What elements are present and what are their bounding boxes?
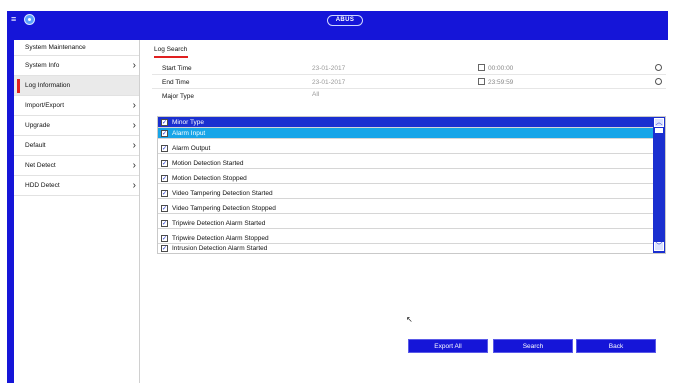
- search-button[interactable]: Search: [493, 339, 573, 353]
- scroll-up-icon[interactable]: ︿: [654, 118, 664, 127]
- sidebar-item-default[interactable]: Default ›: [14, 136, 139, 156]
- sidebar-item-hdd-detect[interactable]: HDD Detect ›: [14, 176, 139, 196]
- chevron-right-icon: ›: [132, 60, 136, 71]
- export-all-button[interactable]: Export All: [408, 339, 488, 353]
- list-item-label: Alarm Output: [172, 145, 211, 152]
- tab-active-indicator: [154, 56, 188, 58]
- menu-icon[interactable]: ≡: [11, 15, 20, 24]
- calendar-icon[interactable]: [478, 78, 485, 85]
- sidebar-item-label: Upgrade: [25, 122, 50, 129]
- brand-logo: ABUS: [327, 15, 363, 26]
- tab-log-search[interactable]: Log Search: [154, 46, 187, 53]
- top-bar: ≡ ABUS: [7, 11, 668, 29]
- checkbox-checked-icon[interactable]: ✓: [161, 145, 168, 152]
- major-type-row: Major Type All: [152, 90, 666, 103]
- sidebar-item-system-info[interactable]: System Info ›: [14, 56, 139, 76]
- minor-type-list: ✓ Minor Type ✓ Alarm Input ✓ Alarm Outpu…: [157, 116, 666, 254]
- major-type-label: Major Type: [162, 93, 195, 100]
- list-item[interactable]: ✓ Alarm Output: [158, 143, 654, 154]
- checkbox-checked-icon[interactable]: ✓: [161, 235, 168, 242]
- end-time-row: End Time 23-01-2017 23:59:59: [152, 76, 666, 89]
- mouse-cursor-icon: ↖: [406, 315, 413, 324]
- list-item-label: Tripwire Detection Alarm Started: [172, 220, 266, 227]
- checkbox-checked-icon[interactable]: ✓: [161, 220, 168, 227]
- list-item-label: Video Tampering Detection Stopped: [172, 205, 276, 212]
- sidebar-item-label: HDD Detect: [25, 182, 60, 189]
- sidebar: System Maintenance System Info › Log Inf…: [14, 40, 140, 383]
- calendar-icon[interactable]: [478, 64, 485, 71]
- clock-icon[interactable]: [655, 64, 662, 71]
- minor-type-header-label: Minor Type: [172, 119, 205, 126]
- list-item-label: Motion Detection Started: [172, 160, 244, 167]
- sidebar-title: System Maintenance: [14, 40, 139, 56]
- list-item[interactable]: ✓ Intrusion Detection Alarm Started: [158, 243, 654, 253]
- start-time-row: Start Time 23-01-2017 00:00:00: [152, 62, 666, 75]
- checkbox-checked-icon[interactable]: ✓: [161, 245, 168, 252]
- list-item[interactable]: ✓ Video Tampering Detection Stopped: [158, 203, 654, 214]
- list-item[interactable]: ✓ Tripwire Detection Alarm Started: [158, 218, 654, 229]
- chevron-right-icon: ›: [132, 160, 136, 171]
- sidebar-item-label: System Info: [25, 62, 60, 69]
- start-date-field[interactable]: 23-01-2017: [312, 65, 345, 72]
- sidebar-item-label: Import/Export: [25, 102, 65, 109]
- chevron-right-icon: ›: [132, 140, 136, 151]
- end-date-field[interactable]: 23-01-2017: [312, 79, 345, 86]
- checkbox-checked-icon[interactable]: ✓: [161, 160, 168, 167]
- home-icon[interactable]: [24, 14, 35, 25]
- list-item-label: Intrusion Detection Alarm Started: [172, 245, 268, 252]
- main-panel: Log Search Start Time 23-01-2017 00:00:0…: [146, 40, 667, 383]
- sidebar-item-label: Log Information: [25, 82, 71, 89]
- checkbox-checked-icon[interactable]: ✓: [161, 205, 168, 212]
- sidebar-item-net-detect[interactable]: Net Detect ›: [14, 156, 139, 176]
- start-time-label: Start Time: [162, 65, 192, 72]
- list-item-label: Tripwire Detection Alarm Stopped: [172, 235, 269, 242]
- clock-icon[interactable]: [655, 78, 662, 85]
- sidebar-item-label: Default: [25, 142, 46, 149]
- checkbox-checked-icon[interactable]: ✓: [161, 175, 168, 182]
- end-time-field[interactable]: 23:59:59: [488, 79, 513, 86]
- checkbox-checked-icon[interactable]: ✓: [161, 119, 168, 126]
- list-item-label: Video Tampering Detection Started: [172, 190, 273, 197]
- list-item-label: Motion Detection Stopped: [172, 175, 247, 182]
- sidebar-item-label: Net Detect: [25, 162, 56, 169]
- chevron-right-icon: ›: [132, 100, 136, 111]
- sidebar-item-log-information[interactable]: Log Information: [14, 76, 139, 96]
- sidebar-item-import-export[interactable]: Import/Export ›: [14, 96, 139, 116]
- content-area: System Maintenance System Info › Log Inf…: [14, 40, 668, 383]
- list-scrollbar[interactable]: ︿ ﹀: [653, 117, 665, 253]
- list-item[interactable]: ✓ Motion Detection Stopped: [158, 173, 654, 184]
- major-type-select[interactable]: All: [312, 91, 319, 98]
- chevron-right-icon: ›: [132, 120, 136, 131]
- sidebar-item-upgrade[interactable]: Upgrade ›: [14, 116, 139, 136]
- list-item[interactable]: ✓ Motion Detection Started: [158, 158, 654, 169]
- start-time-field[interactable]: 00:00:00: [488, 65, 513, 72]
- list-item-label: Alarm Input: [172, 130, 206, 137]
- list-item[interactable]: ✓ Video Tampering Detection Started: [158, 188, 654, 199]
- minor-type-header[interactable]: ✓ Minor Type: [158, 117, 654, 128]
- scroll-down-icon[interactable]: ﹀: [654, 242, 664, 251]
- checkbox-checked-icon[interactable]: ✓: [161, 190, 168, 197]
- chevron-right-icon: ›: [132, 180, 136, 191]
- end-time-label: End Time: [162, 79, 190, 86]
- scrollbar-thumb[interactable]: [655, 128, 663, 133]
- checkbox-checked-icon[interactable]: ✓: [161, 130, 168, 137]
- back-button[interactable]: Back: [576, 339, 656, 353]
- list-item[interactable]: ✓ Alarm Input: [158, 128, 654, 139]
- app-frame: ≡ ABUS System Maintenance System Info › …: [7, 11, 668, 383]
